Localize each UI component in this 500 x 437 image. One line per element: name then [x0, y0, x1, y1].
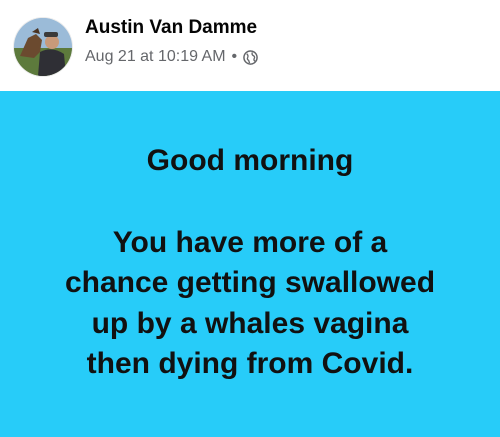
post-text-line: then dying from Covid.	[86, 347, 414, 380]
post-text-background: Good morning You have more of a chance g…	[0, 91, 500, 437]
post-text-line: Good morning	[146, 144, 354, 177]
avatar-photo	[14, 18, 72, 76]
post-text-line: You have more of a	[112, 226, 388, 259]
author-avatar[interactable]	[14, 18, 72, 76]
post-header: Austin Van Damme Aug 21 at 10:19 AM •	[0, 0, 500, 91]
author-name[interactable]: Austin Van Damme	[85, 17, 257, 39]
globe-icon[interactable]	[243, 49, 258, 65]
meta-separator: •	[231, 48, 238, 65]
post-text-line: up by a whales vagina	[91, 307, 409, 340]
post-meta: Aug 21 at 10:19 AM •	[85, 48, 258, 66]
post-timestamp[interactable]: Aug 21 at 10:19 AM	[85, 48, 226, 66]
facebook-post: Austin Van Damme Aug 21 at 10:19 AM • Go…	[0, 0, 500, 437]
post-text-line: chance getting swallowed	[64, 266, 436, 299]
